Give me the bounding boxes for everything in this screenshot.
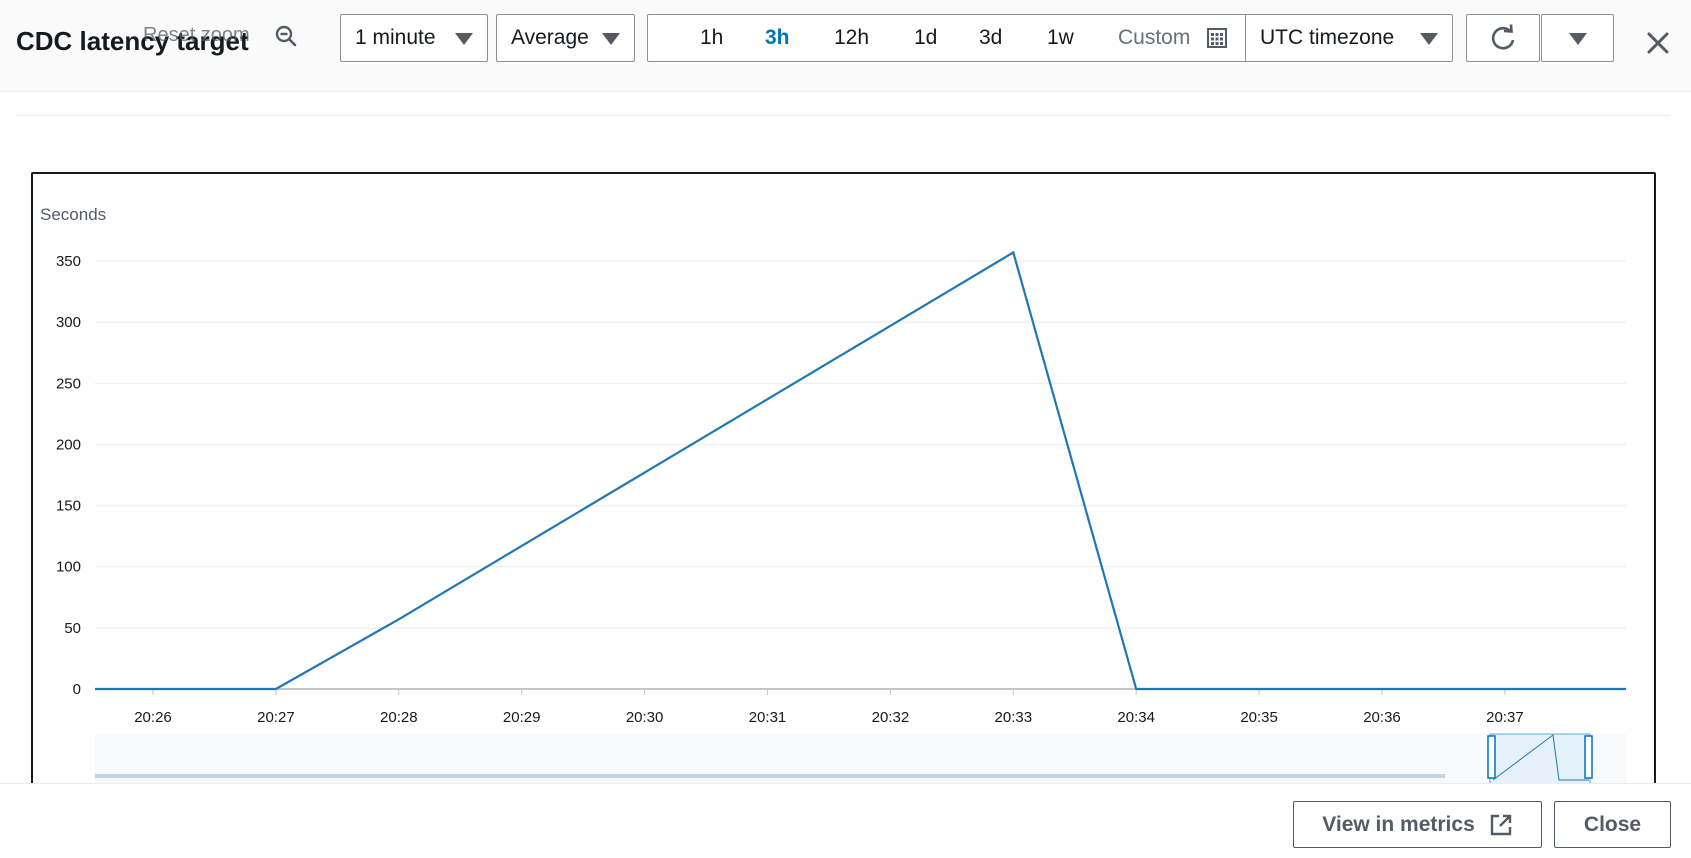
data-point	[1380, 687, 1384, 691]
range-option-1h[interactable]: 1h	[700, 26, 723, 50]
data-point	[1257, 687, 1261, 691]
y-tick-label: 300	[56, 314, 81, 331]
x-tick-label: 20:36	[1363, 709, 1401, 726]
y-axis-label: Seconds	[40, 205, 106, 224]
chevron-down-icon	[455, 33, 473, 45]
range-option-1d[interactable]: 1d	[914, 26, 937, 50]
x-tick-label: 20:28	[380, 709, 418, 726]
range-option-3h[interactable]: 3h	[765, 26, 790, 50]
y-tick-label: 0	[73, 681, 81, 698]
data-point	[1011, 250, 1015, 254]
y-tick-label: 150	[56, 498, 81, 515]
x-tick-label: 20:27	[257, 709, 295, 726]
time-range-selector: 1h 3h 12h 1d 3d 1w Custom	[647, 14, 1246, 62]
section-divider	[15, 115, 1670, 116]
y-tick-label: 200	[56, 436, 81, 453]
x-tick-label: 20:33	[995, 709, 1033, 726]
data-point	[274, 687, 278, 691]
navigator-handle-right	[1584, 735, 1593, 779]
navigator-scrollbar	[95, 774, 1445, 778]
data-point	[1134, 687, 1138, 691]
modal-header: CDC latency target Reset zoom 1 minute A…	[0, 0, 1691, 92]
x-tick-label: 20:37	[1486, 709, 1524, 726]
data-point	[151, 687, 155, 691]
close-button[interactable]: Close	[1554, 801, 1671, 848]
y-tick-label: 50	[64, 620, 81, 637]
refresh-button[interactable]	[1466, 14, 1540, 62]
data-point	[520, 544, 524, 548]
x-tick-label: 20:34	[1117, 709, 1155, 726]
y-tick-label: 250	[56, 375, 81, 392]
close-icon[interactable]	[1645, 30, 1671, 56]
range-option-1w[interactable]: 1w	[1047, 26, 1074, 50]
chevron-down-icon	[1420, 33, 1438, 45]
navigator-handle-left	[1487, 735, 1496, 779]
close-button-label: Close	[1583, 812, 1642, 836]
y-tick-label: 350	[56, 253, 81, 270]
data-point	[397, 617, 401, 621]
x-tick-label: 20:30	[626, 709, 664, 726]
data-point	[1503, 687, 1507, 691]
data-point	[765, 397, 769, 401]
statistic-select-value: Average	[511, 26, 589, 49]
timezone-select-value: UTC timezone	[1260, 26, 1395, 49]
data-point	[642, 470, 646, 474]
x-tick-label: 20:26	[134, 709, 172, 726]
view-in-metrics-button[interactable]: View in metrics	[1293, 801, 1542, 848]
range-option-custom[interactable]: Custom	[1118, 26, 1190, 50]
timezone-select[interactable]: UTC timezone	[1245, 14, 1453, 62]
external-link-icon	[1490, 814, 1511, 835]
chevron-down-icon	[602, 33, 620, 45]
x-tick-label: 20:32	[872, 709, 910, 726]
view-in-metrics-label: View in metrics	[1322, 812, 1475, 836]
refresh-icon	[1491, 24, 1515, 50]
series-line	[95, 250, 1626, 691]
period-select-value: 1 minute	[355, 26, 436, 49]
range-option-3d[interactable]: 3d	[979, 26, 1002, 50]
x-tick-label: 20:31	[749, 709, 787, 726]
period-select[interactable]: 1 minute	[340, 14, 488, 62]
x-tick-label: 20:35	[1240, 709, 1278, 726]
y-tick-label: 100	[56, 559, 81, 576]
latency-line-chart: Seconds 0 50 100 150 200 250 300 350 20:26 20:27 20…	[40, 205, 1626, 790]
x-tick-label: 20:29	[503, 709, 541, 726]
zoom-out-icon[interactable]	[274, 24, 298, 48]
calendar-icon[interactable]	[1206, 27, 1228, 49]
reset-zoom-label[interactable]: Reset zoom	[143, 24, 250, 47]
range-option-12h[interactable]: 12h	[834, 26, 869, 50]
refresh-options-button[interactable]	[1541, 14, 1614, 62]
data-point	[888, 324, 892, 328]
chart-container[interactable]: Seconds 0 50 100 150 200 250 300 350 20:26 20:27 20…	[31, 172, 1656, 792]
chevron-down-icon	[1569, 33, 1587, 45]
statistic-select[interactable]: Average	[496, 14, 635, 62]
